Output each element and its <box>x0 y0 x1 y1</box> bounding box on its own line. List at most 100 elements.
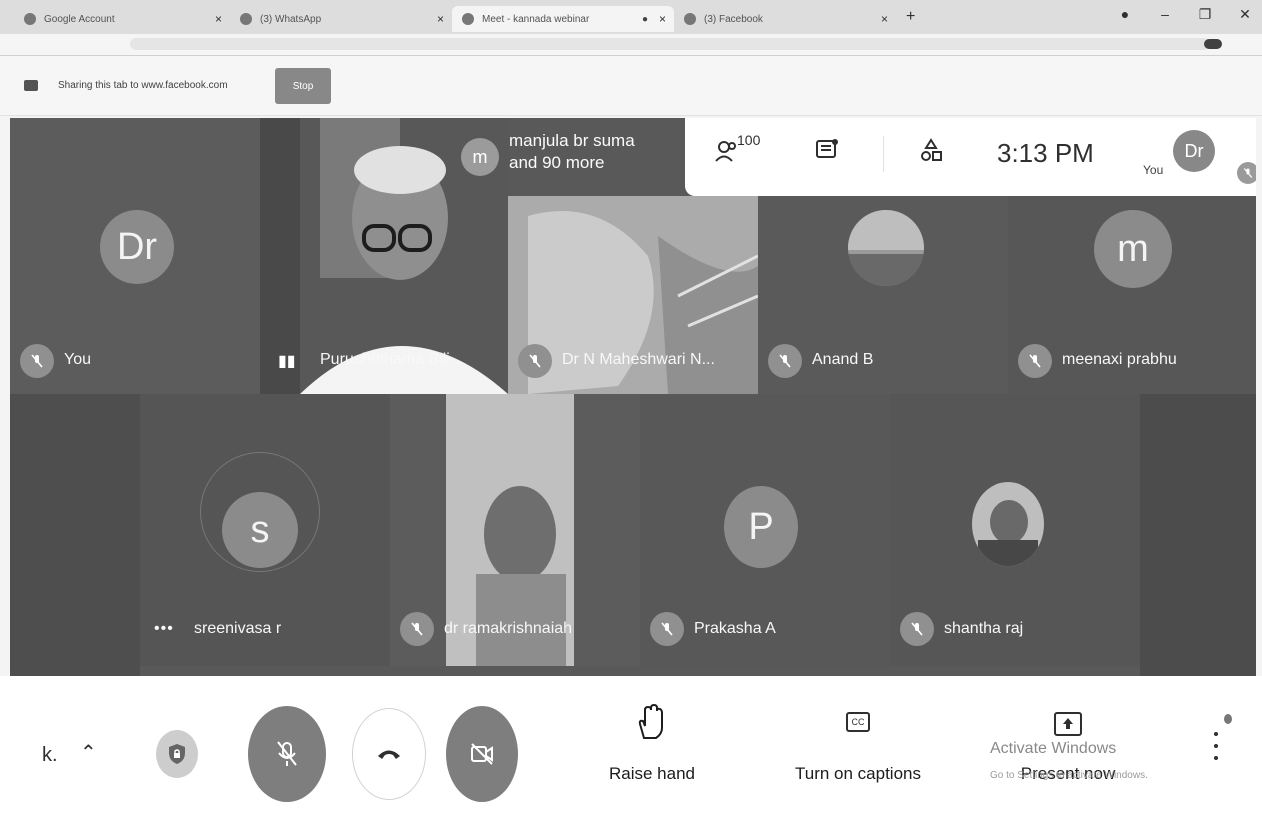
close-window-icon[interactable]: ✕ <box>1238 6 1252 23</box>
tab-title: Meet - kannada webinar <box>482 13 590 25</box>
facebook-icon <box>684 13 696 25</box>
tab-facebook[interactable]: (3) Facebook × <box>674 6 896 32</box>
participant-tile[interactable]: dr ramakrishnaiah <box>390 394 640 666</box>
screen-share-icon <box>24 80 38 91</box>
raise-hand-button[interactable]: Raise hand <box>604 704 700 794</box>
more-options-icon[interactable]: ••• <box>154 620 174 638</box>
empty-tile <box>1140 394 1256 676</box>
sharing-text: Sharing this tab to www.facebook.com <box>58 80 228 91</box>
participant-name: dr ramakrishnaiah <box>444 620 573 637</box>
camera-off-icon <box>471 743 493 765</box>
activities-icon[interactable] <box>919 138 943 169</box>
avatar: P <box>724 486 798 568</box>
participant-name: sreenivasa r <box>194 620 282 637</box>
mic-off-icon <box>1237 162 1256 184</box>
participant-tile[interactable]: s ••• sreenivasa r <box>140 394 390 666</box>
avatar: Dr <box>100 210 174 284</box>
window-controls: ● – ❐ ✕ <box>1118 6 1252 23</box>
participant-tile[interactable]: Anand B <box>758 196 1008 394</box>
meeting-grid: Dr You ▮▮ Purushothama Bili... Dr N Mahe… <box>10 118 1256 676</box>
participant-tile[interactable]: Dr N Maheshwari N... <box>508 196 758 394</box>
chevron-up-icon[interactable]: ⌃ <box>80 740 97 765</box>
notification-dot <box>1224 714 1232 724</box>
restore-icon[interactable]: ❐ <box>1198 6 1212 23</box>
close-icon[interactable]: × <box>881 12 888 26</box>
recording-dot-icon: ● <box>641 13 648 25</box>
close-icon[interactable]: × <box>215 12 222 26</box>
mic-off-icon <box>900 612 934 646</box>
meeting-code: k. <box>42 744 58 766</box>
participant-name: meenaxi prabhu <box>1062 351 1177 368</box>
people-icon[interactable] <box>715 140 739 167</box>
chat-icon[interactable] <box>815 138 839 167</box>
presenter-text: manjula br suma and 90 more <box>509 131 635 172</box>
minimize-icon[interactable]: – <box>1158 6 1172 23</box>
tab-meet[interactable]: Meet - kannada webinar ● × <box>452 6 674 32</box>
profile-icon[interactable]: ● <box>1118 6 1132 23</box>
dot <box>1214 732 1218 736</box>
stop-sharing-button[interactable]: Stop <box>275 68 331 104</box>
presenter-avatar: m <box>461 138 499 176</box>
sharing-bar: Sharing this tab to www.facebook.com Sto… <box>0 56 1262 116</box>
presentation-label[interactable]: m manjula br suma and 90 more <box>447 122 683 192</box>
hand-icon <box>638 704 663 739</box>
captions-icon: CC <box>846 712 870 732</box>
omnibox[interactable] <box>130 38 1210 50</box>
participant-tile[interactable]: shantha raj <box>890 394 1140 666</box>
screenshot-frame: Google Account × (3) WhatsApp × Meet - k… <box>0 0 1262 829</box>
participant-name: Purushothama Bili... <box>320 351 464 368</box>
tab-title: (3) WhatsApp <box>260 13 322 25</box>
browser-tabbar: Google Account × (3) WhatsApp × Meet - k… <box>0 0 1262 34</box>
mic-off-icon <box>20 344 54 378</box>
new-tab-button[interactable]: + <box>906 8 915 26</box>
close-icon[interactable]: × <box>659 12 666 26</box>
dot <box>1214 756 1218 760</box>
empty-tile <box>10 394 140 676</box>
leave-call-button[interactable] <box>352 708 426 800</box>
avatar: s <box>222 492 298 568</box>
participant-name: Prakasha A <box>694 620 776 637</box>
mic-off-icon <box>277 741 297 766</box>
self-label: You <box>1143 163 1164 177</box>
google-icon <box>24 13 36 25</box>
address-bar <box>0 34 1262 56</box>
activate-windows-watermark: Activate Windows <box>990 740 1117 757</box>
microphone-toggle-button[interactable] <box>248 706 326 802</box>
participant-tile[interactable]: P Prakasha A <box>640 394 890 666</box>
clock-time: 3:13 PM <box>997 138 1094 168</box>
shield-lock-icon <box>169 744 185 764</box>
self-avatar[interactable]: Dr <box>1173 130 1215 172</box>
dot <box>1214 744 1218 748</box>
meet-icon <box>462 13 474 25</box>
extension-icon[interactable] <box>1204 39 1222 49</box>
captions-label: Turn on captions <box>795 764 921 783</box>
avatar-photo <box>848 210 924 286</box>
activate-windows-subtext: Go to Settings to activate Windows. <box>990 770 1148 781</box>
mic-off-icon <box>400 612 434 646</box>
mic-off-icon <box>650 612 684 646</box>
participant-name: Dr N Maheshwari N... <box>562 351 715 368</box>
avatar-photo <box>972 482 1044 566</box>
close-icon[interactable]: × <box>437 12 444 26</box>
more-options-button[interactable] <box>1206 726 1226 766</box>
tab-whatsapp[interactable]: (3) WhatsApp × <box>230 6 452 32</box>
divider <box>883 136 884 172</box>
call-controls-bar: k. ⌃ Raise hand CC Turn on captions Pres… <box>0 676 1262 829</box>
participant-tile[interactable]: Dr You <box>10 118 260 394</box>
meeting-info-panel: 100 3:13 PM You Dr <box>685 118 1256 196</box>
camera-toggle-button[interactable] <box>446 706 518 802</box>
participant-name: You <box>64 351 91 368</box>
participant-name: Anand B <box>812 351 874 368</box>
present-icon <box>1054 712 1082 736</box>
tab-google-account[interactable]: Google Account × <box>14 6 230 32</box>
participant-name: shantha raj <box>944 620 1024 637</box>
tab-title: (3) Facebook <box>704 13 763 25</box>
host-controls-button[interactable] <box>156 730 198 778</box>
whatsapp-icon <box>240 13 252 25</box>
hang-up-icon <box>378 750 400 759</box>
mic-off-icon <box>1018 344 1052 378</box>
avatar: m <box>1094 210 1172 288</box>
participant-tile[interactable]: m meenaxi prabhu <box>1008 196 1256 394</box>
speaking-indicator-icon: ▮▮ <box>278 353 296 370</box>
captions-button[interactable]: CC Turn on captions <box>780 704 936 794</box>
